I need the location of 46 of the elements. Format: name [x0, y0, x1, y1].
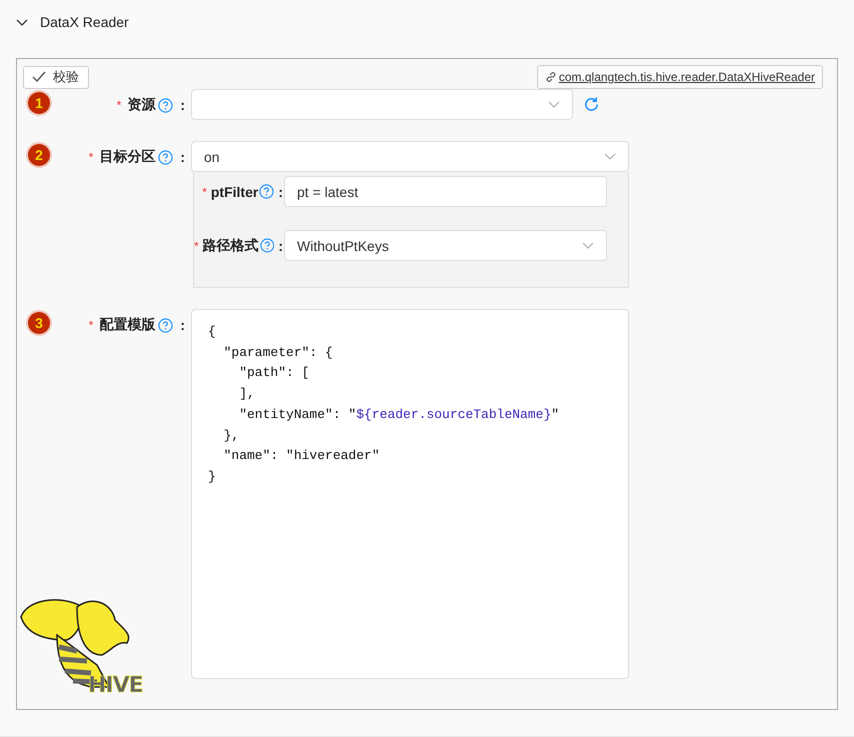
code-line: ],	[238, 385, 255, 404]
dropdown-caret-icon	[604, 152, 616, 160]
label-colon: :	[180, 317, 185, 333]
field-label: ptFilter	[210, 184, 258, 200]
link-icon	[544, 71, 557, 83]
validate-button[interactable]: 校验	[23, 66, 89, 88]
label-colon: :	[180, 97, 185, 113]
code-line: {	[208, 323, 216, 341]
code-line: },	[222, 426, 240, 445]
required-asterisk: *	[202, 184, 207, 198]
code-line: "path": [	[238, 364, 310, 382]
select-field[interactable]: on	[191, 141, 629, 172]
refresh-icon[interactable]	[583, 96, 600, 113]
required-asterisk: *	[88, 150, 94, 164]
dropdown-caret-icon	[548, 100, 560, 108]
code-line: }	[208, 468, 216, 486]
plugin-link[interactable]: com.qlangtech.tis.hive.reader.DataXHiveReader	[536, 65, 823, 89]
help-icon[interactable]	[158, 98, 174, 112]
select-field[interactable]	[191, 89, 573, 120]
section-title: DataX Reader	[40, 14, 129, 30]
dropdown-caret-icon	[582, 242, 594, 250]
field-label: 目标分区	[99, 148, 156, 166]
input-field[interactable]: pt = latest	[284, 176, 607, 207]
code-editor[interactable]: { "parameter": { "path": [ ], "entityName": "${reader.sourceTableName}" }, "name": "hivereader" }	[191, 309, 629, 679]
check-icon	[32, 71, 46, 83]
code-line: "entityName": "${reader.sourceTableName}"	[238, 406, 560, 424]
select-field[interactable]: WithoutPtKeys	[284, 230, 607, 261]
code-line: "name": "hivereader"	[222, 447, 380, 466]
label-colon: :	[180, 149, 185, 165]
code-line: "parameter": {	[222, 344, 333, 362]
field-label: 配置模版	[99, 316, 156, 334]
logo-text: HIVE	[88, 673, 143, 698]
required-asterisk: *	[194, 238, 199, 252]
step-badge: 3	[28, 312, 50, 334]
label-colon: :	[278, 184, 283, 200]
help-icon[interactable]	[260, 238, 274, 253]
required-asterisk: *	[116, 98, 122, 112]
label-colon: :	[278, 238, 283, 254]
field-label: 路径格式	[202, 236, 259, 254]
help-icon[interactable]	[158, 150, 174, 164]
step-badge: 1	[28, 92, 50, 114]
help-icon[interactable]	[158, 318, 174, 332]
help-icon[interactable]	[259, 184, 274, 199]
required-asterisk: *	[88, 318, 94, 332]
step-badge: 2	[28, 144, 50, 166]
field-label: 资源	[127, 96, 156, 114]
